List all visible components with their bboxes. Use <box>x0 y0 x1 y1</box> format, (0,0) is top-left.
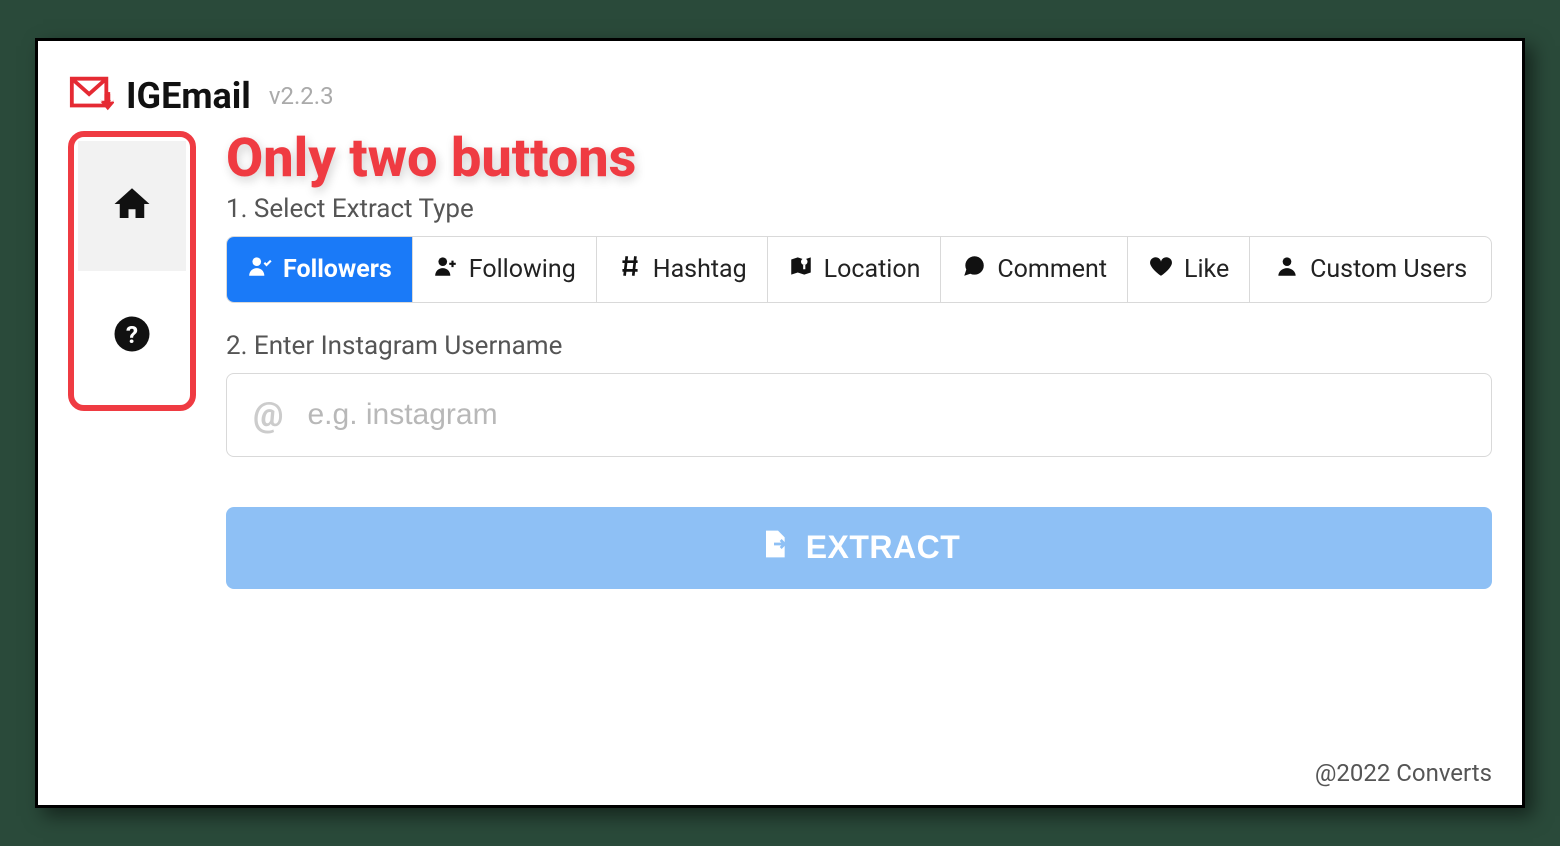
tab-hashtag[interactable]: Hashtag <box>597 237 768 302</box>
tab-label: Hashtag <box>653 255 747 284</box>
tab-location[interactable]: Location <box>768 237 942 302</box>
tab-label: Like <box>1184 255 1229 284</box>
user-icon <box>1274 253 1300 286</box>
help-icon: ? <box>111 313 153 359</box>
tab-comment[interactable]: Comment <box>941 237 1128 302</box>
header: IGEmail v2.2.3 <box>68 71 1492 121</box>
mail-download-icon <box>68 71 114 121</box>
file-export-icon <box>758 528 790 568</box>
hashtag-icon <box>617 253 643 286</box>
sidebar-highlight-box: ? <box>68 131 196 411</box>
step1-label: 1. Select Extract Type <box>226 194 1492 224</box>
annotation-callout: Only two buttons <box>226 131 1492 188</box>
app-window: IGEmail v2.2.3 ? Only two buttons 1. Sel… <box>35 38 1525 808</box>
home-icon <box>111 183 153 229</box>
help-button[interactable]: ? <box>78 271 186 401</box>
map-pin-icon <box>788 253 814 286</box>
tab-custom-users[interactable]: Custom Users <box>1250 237 1491 302</box>
tab-label: Comment <box>997 255 1107 284</box>
tab-following[interactable]: Following <box>413 237 597 302</box>
username-input-group: @ <box>226 373 1492 457</box>
svg-text:?: ? <box>126 320 138 349</box>
tab-label: Location <box>824 255 921 284</box>
tab-label: Following <box>469 255 576 284</box>
heart-icon <box>1148 253 1174 286</box>
version-label: v2.2.3 <box>269 82 334 110</box>
extract-button[interactable]: EXTRACT <box>226 507 1492 589</box>
extract-button-label: EXTRACT <box>806 529 961 566</box>
tab-followers[interactable]: Followers <box>227 237 413 302</box>
tab-label: Followers <box>283 255 392 284</box>
home-button[interactable] <box>78 141 186 271</box>
at-prefix: @ <box>253 395 283 435</box>
user-plus-icon <box>433 253 459 286</box>
user-check-icon <box>247 253 273 286</box>
tab-label: Custom Users <box>1310 255 1467 284</box>
main-column: Only two buttons 1. Select Extract Type … <box>226 131 1492 589</box>
step2-label: 2. Enter Instagram Username <box>226 331 1492 361</box>
footer-copyright: @2022 Converts <box>1315 759 1492 787</box>
comment-icon <box>961 253 987 286</box>
tab-like[interactable]: Like <box>1128 237 1250 302</box>
extract-type-tabs: Followers Following Hashtag <box>226 236 1492 303</box>
username-input[interactable] <box>307 398 1465 432</box>
app-title: IGEmail <box>126 75 251 117</box>
